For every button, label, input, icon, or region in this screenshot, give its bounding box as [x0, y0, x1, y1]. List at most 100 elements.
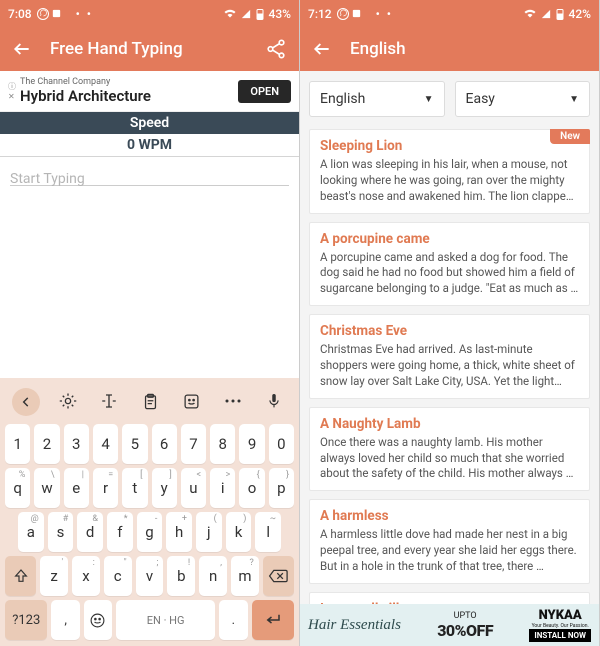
page-title: Free Hand Typing [50, 39, 247, 59]
key-h[interactable]: h+ [166, 512, 192, 552]
kb-settings-button[interactable] [55, 388, 81, 414]
story-item[interactable]: A porcupine cameA porcupine came and ask… [309, 222, 590, 307]
key-i[interactable]: i> [210, 468, 235, 508]
key-6[interactable]: 6 [152, 424, 177, 464]
key-u[interactable]: u< [181, 468, 206, 508]
typing-input[interactable]: Start Typing [0, 157, 299, 378]
share-button[interactable] [265, 38, 287, 60]
key-n[interactable]: n, [199, 556, 227, 596]
key-l[interactable]: l~ [255, 512, 281, 552]
kb-collapse-button[interactable] [12, 388, 40, 416]
key-k[interactable]: k) [226, 512, 252, 552]
level-value: Easy [466, 91, 495, 107]
story-body: A porcupine came and asked a dog for foo… [320, 250, 579, 298]
key-o[interactable]: o{ [239, 468, 264, 508]
backspace-icon [268, 569, 288, 583]
key-q[interactable]: q% [5, 468, 30, 508]
key-shift[interactable] [5, 556, 36, 596]
ad-bottom-banner[interactable]: Hair Essentials UPTO 30%OFF NYKAAYour Be… [300, 604, 599, 646]
speed-header: Speed [0, 112, 299, 134]
status-battery: 43% [269, 7, 291, 21]
story-item[interactable]: A Naughty LambOnce there was a naughty l… [309, 407, 590, 492]
key-backspace[interactable] [263, 556, 294, 596]
moon-icon [364, 9, 374, 19]
typing-placeholder: Start Typing [10, 171, 85, 187]
key-9[interactable]: 9 [239, 424, 264, 464]
kb-textselect-button[interactable] [96, 388, 122, 414]
status-time: 7:12 [308, 7, 332, 21]
story-list[interactable]: NewSleeping LionA lion was sleeping in h… [300, 121, 599, 604]
arrow-left-icon [12, 39, 32, 59]
key-3[interactable]: 3 [64, 424, 89, 464]
status-bar: 7:12 • • 42% [300, 0, 599, 27]
clipboard-icon [142, 393, 159, 410]
kb-clipboard-button[interactable] [137, 388, 163, 414]
ad-choices-icon[interactable]: ⓘ✕ [8, 81, 16, 101]
key-e[interactable]: e| [64, 468, 89, 508]
kb-mic-button[interactable] [261, 388, 287, 414]
status-notif-icons: • • [37, 7, 93, 21]
key-7[interactable]: 7 [181, 424, 206, 464]
key-s[interactable]: s# [48, 512, 74, 552]
key-c[interactable]: c" [104, 556, 132, 596]
key-period[interactable]: . [219, 600, 247, 640]
key-1[interactable]: 1 [5, 424, 30, 464]
key-y[interactable]: y] [152, 468, 177, 508]
key-symbols[interactable]: ?123 [5, 600, 47, 640]
wifi-icon [524, 9, 536, 19]
key-space[interactable]: EN · HG [116, 600, 215, 640]
wifi-icon [224, 9, 236, 19]
ad-offer: UPTO 30%OFF [437, 611, 493, 640]
kb-more-button[interactable] [220, 388, 246, 414]
level-select[interactable]: Easy ▼ [455, 81, 591, 117]
key-b[interactable]: b! [167, 556, 195, 596]
key-v[interactable]: v; [136, 556, 164, 596]
whatsapp-icon [337, 8, 349, 20]
ad-install-button[interactable]: INSTALL NOW [529, 629, 591, 642]
signal-icon [241, 9, 251, 19]
language-select[interactable]: English ▼ [309, 81, 445, 117]
key-0[interactable]: 0 [269, 424, 294, 464]
story-item[interactable]: In a small villageIn a small village, th… [309, 592, 590, 604]
ad-brand: Hair Essentials [308, 617, 401, 634]
key-a[interactable]: a@ [18, 512, 44, 552]
key-m[interactable]: m? [231, 556, 259, 596]
status-bar: 7:08 • • 43% [0, 0, 299, 27]
ad-store: NYKAAYour Beauty. Our Passion. [529, 608, 591, 629]
story-item[interactable]: Christmas EveChristmas Eve had arrived. … [309, 314, 590, 399]
story-body: Christmas Eve had arrived. As last-minut… [320, 342, 579, 390]
whatsapp-icon [37, 8, 49, 20]
story-title: Sleeping Lion [320, 138, 579, 154]
ad-title: Hybrid Architecture [20, 87, 238, 105]
key-2[interactable]: 2 [34, 424, 59, 464]
shift-icon [13, 568, 29, 584]
key-enter[interactable] [252, 600, 294, 640]
key-5[interactable]: 5 [122, 424, 147, 464]
ad-advertiser: The Channel Company [20, 77, 238, 87]
story-item[interactable]: A harmlessA harmless little dove had mad… [309, 499, 590, 584]
key-t[interactable]: t[ [122, 468, 147, 508]
key-4[interactable]: 4 [93, 424, 118, 464]
key-comma[interactable]: , [51, 600, 79, 640]
caret-down-icon: ▼ [569, 94, 579, 105]
square-icon [351, 8, 362, 19]
key-p[interactable]: p} [269, 468, 294, 508]
key-f[interactable]: f* [107, 512, 133, 552]
key-emoji[interactable] [84, 600, 112, 640]
story-item[interactable]: NewSleeping LionA lion was sleeping in h… [309, 129, 590, 214]
key-z[interactable]: z' [40, 556, 68, 596]
back-button[interactable] [312, 39, 332, 59]
key-w[interactable]: w\ [34, 468, 59, 508]
kb-sticker-button[interactable] [179, 388, 205, 414]
back-button[interactable] [12, 39, 32, 59]
key-j[interactable]: j( [196, 512, 222, 552]
key-d[interactable]: d& [77, 512, 103, 552]
key-x[interactable]: x: [72, 556, 100, 596]
gear-icon [59, 392, 77, 410]
ad-banner[interactable]: ⓘ✕ The Channel Company Hybrid Architectu… [0, 71, 299, 112]
key-r[interactable]: r= [93, 468, 118, 508]
key-8[interactable]: 8 [210, 424, 235, 464]
key-g[interactable]: g- [137, 512, 163, 552]
battery-icon [556, 8, 564, 20]
ad-open-button[interactable]: OPEN [238, 80, 291, 103]
